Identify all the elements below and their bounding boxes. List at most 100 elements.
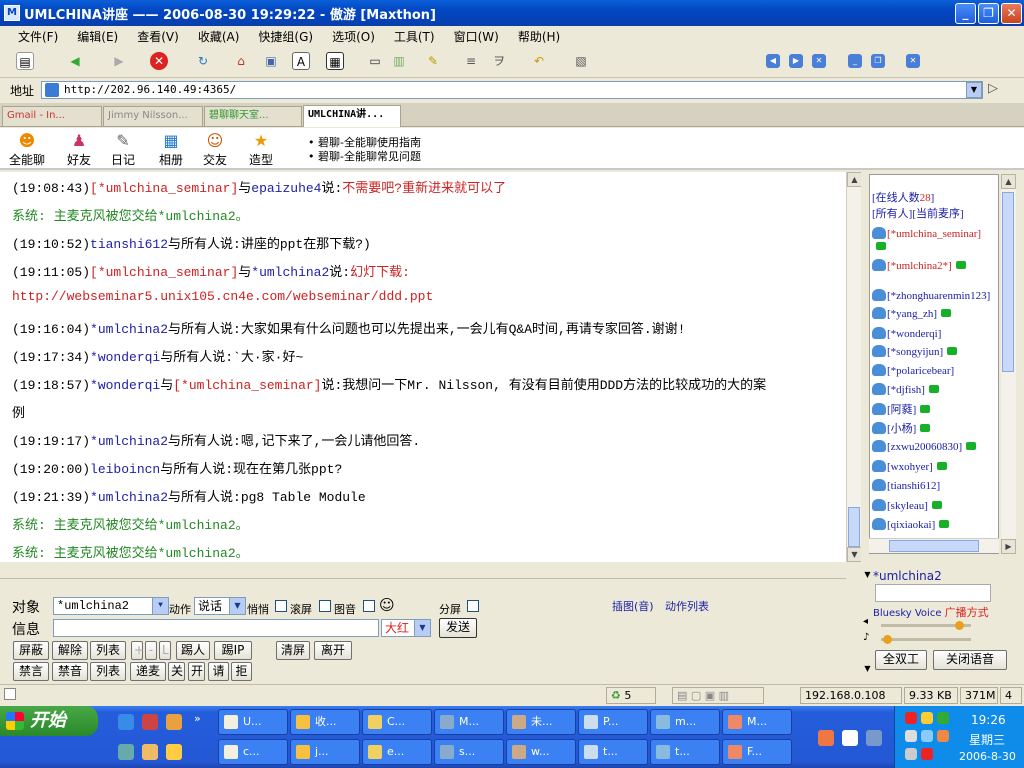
tray-icon-2[interactable] bbox=[921, 712, 933, 724]
send-button[interactable]: 发送 bbox=[439, 618, 477, 638]
taskbar-item[interactable]: e... bbox=[362, 739, 432, 765]
link-faq[interactable]: • 碧聊-全能聊常见问题 bbox=[308, 150, 421, 164]
tray-icon-6[interactable] bbox=[937, 730, 949, 742]
nav-diary[interactable]: ✎ 日记 bbox=[106, 132, 140, 168]
maximize-button[interactable]: ❐ bbox=[978, 3, 999, 24]
refresh-icon[interactable]: ↻ bbox=[194, 52, 212, 70]
menu-options[interactable]: 选项(O) bbox=[332, 28, 375, 45]
action-button[interactable]: L bbox=[159, 641, 171, 660]
taskbar-item[interactable]: c... bbox=[218, 739, 288, 765]
close-button[interactable]: ✕ bbox=[1001, 3, 1022, 24]
message-part[interactable]: epaizuhe4 bbox=[251, 181, 321, 196]
tray-icon-5[interactable] bbox=[921, 730, 933, 742]
nav-dating[interactable]: ☺ 交友 bbox=[198, 132, 232, 168]
message-part[interactable]: *umlchina2 bbox=[90, 322, 168, 337]
taskbar-item[interactable]: j... bbox=[290, 739, 360, 765]
userlist-hscroll[interactable] bbox=[869, 538, 999, 553]
tray-icon-1[interactable] bbox=[905, 712, 917, 724]
user-item[interactable]: [wxohyer] bbox=[872, 460, 947, 473]
panel-bottom-icon[interactable]: ▼ bbox=[861, 664, 874, 678]
tab-close-icon[interactable]: ✕ bbox=[906, 54, 920, 68]
action-button[interactable]: 清屏 bbox=[276, 641, 310, 660]
tab-umlchina[interactable]: UMLCHINA讲... bbox=[303, 105, 401, 127]
filter-icon[interactable]: ヲ bbox=[490, 52, 508, 70]
list-tabs[interactable]: [所有人][当前麦序] bbox=[872, 205, 964, 221]
menu-view[interactable]: 查看(V) bbox=[137, 28, 179, 45]
chat-scrollbar[interactable]: ▲ ▼ bbox=[846, 172, 862, 562]
user-item[interactable]: [*wonderqi] bbox=[872, 327, 941, 340]
image-checkbox[interactable] bbox=[363, 600, 375, 612]
tab-gmail[interactable]: Gmail - In... bbox=[2, 106, 102, 126]
user-item[interactable]: [*songyijun] bbox=[872, 345, 958, 358]
taskbar-item[interactable]: t... bbox=[650, 739, 720, 765]
address-dropdown-icon[interactable]: ▼ bbox=[966, 82, 982, 98]
action-button[interactable]: 踢人 bbox=[176, 641, 210, 660]
message-part[interactable]: 不需要吧?重新进来就可以了 bbox=[342, 181, 506, 196]
user-item[interactable]: [阿蕤] bbox=[872, 401, 931, 417]
user-item[interactable]: [*umlchina_seminar] bbox=[872, 227, 981, 240]
user-item[interactable]: [*umlchina2*] bbox=[872, 259, 966, 272]
tray-icon-3[interactable] bbox=[937, 712, 949, 724]
scroll-up-icon[interactable]: ▲ bbox=[847, 172, 862, 187]
forward-icon[interactable]: ▶ bbox=[110, 52, 128, 70]
menu-favorites[interactable]: 收藏(A) bbox=[198, 28, 240, 45]
action-button[interactable]: 递麦 bbox=[130, 662, 166, 681]
ql-more-icon[interactable]: » bbox=[194, 712, 201, 725]
menu-file[interactable]: 文件(F) bbox=[18, 28, 58, 45]
volume-slider[interactable] bbox=[881, 621, 971, 630]
tray-keyboard-icon[interactable] bbox=[866, 730, 882, 746]
taskbar-item[interactable]: m... bbox=[650, 709, 720, 735]
nav-album[interactable]: ▦ 相册 bbox=[154, 132, 188, 168]
action-button[interactable]: 屏蔽 bbox=[13, 641, 49, 660]
user-item[interactable]: [*djfish] bbox=[872, 383, 939, 396]
tools-icon[interactable]: ▧ bbox=[572, 52, 590, 70]
action-button[interactable]: 禁音 bbox=[52, 662, 88, 681]
taskbar-item[interactable]: 收... bbox=[290, 709, 360, 735]
go-icon[interactable]: ▷ bbox=[988, 81, 998, 96]
tray-icon-7[interactable] bbox=[905, 748, 917, 760]
message-part[interactable]: *umlchina2 bbox=[90, 434, 168, 449]
color-select[interactable]: 大红 ▼ bbox=[381, 619, 431, 637]
menu-help[interactable]: 帮助(H) bbox=[518, 28, 560, 45]
action-button[interactable]: 请 bbox=[208, 662, 229, 681]
mic-thumb[interactable] bbox=[883, 635, 892, 644]
next-window-icon[interactable]: ▶ bbox=[789, 54, 803, 68]
ql-folder-icon[interactable] bbox=[166, 744, 182, 760]
screen-icon[interactable]: ▭ bbox=[366, 52, 384, 70]
user-item[interactable]: [tianshi612] bbox=[872, 479, 940, 492]
action-select[interactable]: 说话 ▼ bbox=[194, 597, 246, 615]
menu-groups[interactable]: 快捷组(G) bbox=[258, 28, 313, 45]
user-item[interactable] bbox=[872, 241, 886, 253]
box-icon[interactable]: ▥ bbox=[390, 52, 408, 70]
tray-icon-4[interactable] bbox=[905, 730, 917, 742]
user-item[interactable]: [小杨] bbox=[872, 420, 931, 436]
tray-help-icon[interactable] bbox=[842, 730, 858, 746]
undo-icon[interactable]: ↶ bbox=[530, 52, 548, 70]
address-input[interactable]: http://202.96.140.49:4365/ bbox=[41, 81, 983, 99]
message-part[interactable]: [*umlchina_seminar] bbox=[90, 181, 238, 196]
action-button[interactable]: 拒 bbox=[231, 662, 252, 681]
action-button[interactable]: 列表 bbox=[90, 641, 126, 660]
nav-friends[interactable]: ♟ 好友 bbox=[62, 132, 96, 168]
ie-icon[interactable] bbox=[118, 714, 134, 730]
message-input[interactable] bbox=[53, 619, 379, 637]
full-duplex-button[interactable]: 全双工 bbox=[875, 650, 927, 670]
user-item[interactable]: [*yang_zh] bbox=[872, 307, 952, 320]
action-button[interactable]: 离开 bbox=[314, 641, 352, 660]
scroll-down-icon[interactable]: ▼ bbox=[847, 547, 862, 562]
tab-chatroom[interactable]: 碧聊聊天室... bbox=[204, 106, 302, 126]
taskbar-item[interactable]: s... bbox=[434, 739, 504, 765]
message-part[interactable]: 幻灯下载: bbox=[350, 265, 410, 280]
taskbar-item[interactable]: M... bbox=[434, 709, 504, 735]
action-button[interactable]: 关 bbox=[168, 662, 185, 681]
taskbar-item[interactable]: P... bbox=[578, 709, 648, 735]
ql-user-icon[interactable] bbox=[142, 714, 158, 730]
taskbar-item[interactable]: U... bbox=[218, 709, 288, 735]
user-item[interactable]: [*polaricebear] bbox=[872, 364, 954, 377]
user-item[interactable]: [*zhonghuarenmin123] bbox=[872, 289, 990, 302]
scroll-thumb[interactable] bbox=[848, 507, 860, 547]
action-button[interactable]: 解除 bbox=[52, 641, 88, 660]
scroll-checkbox[interactable] bbox=[319, 600, 331, 612]
hscroll-thumb[interactable] bbox=[889, 540, 979, 552]
home-icon[interactable]: ⌂ bbox=[232, 52, 250, 70]
